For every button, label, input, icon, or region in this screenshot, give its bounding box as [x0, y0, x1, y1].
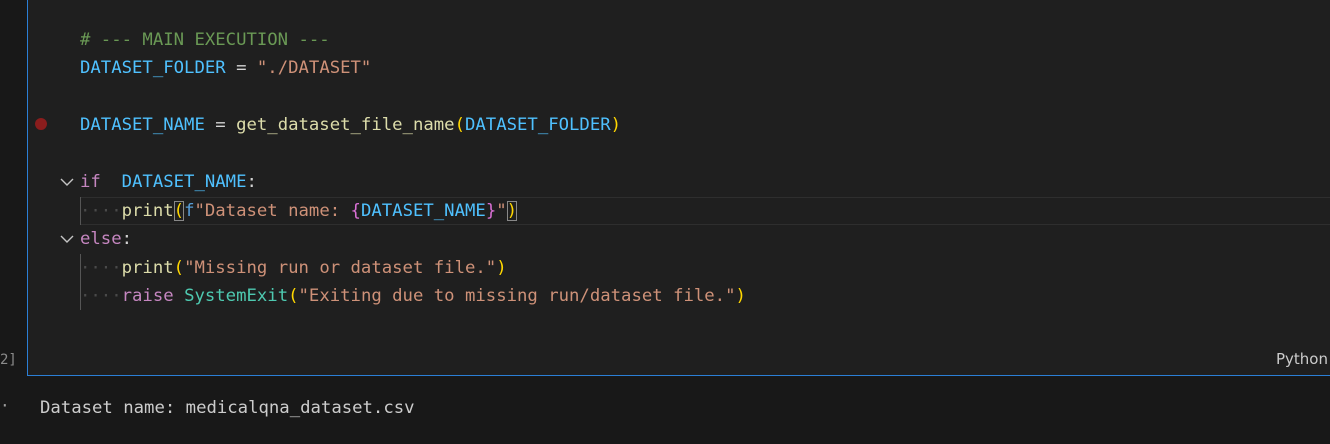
string-literal: "Missing run or dataset file." [184, 258, 497, 278]
chevron-down-icon[interactable] [59, 168, 75, 196]
bracket-match: ( [173, 201, 185, 221]
code-line-2[interactable]: DATASET_FOLDER = "./DATASET" [80, 54, 371, 82]
variable: DATASET_FOLDER [80, 58, 226, 78]
indent-dots: ···· [80, 258, 122, 278]
bracket: ) [610, 115, 622, 135]
code-line-9[interactable]: ····print("Missing run or dataset file."… [80, 254, 507, 282]
string-literal: "./DATASET" [256, 58, 372, 78]
code-line-1[interactable]: # --- MAIN EXECUTION --- [80, 26, 330, 54]
cell-execution-count: 2] [0, 352, 17, 368]
function-name: print [121, 201, 174, 221]
chevron-down-icon[interactable] [59, 225, 75, 253]
fstring-prefix: f [184, 201, 195, 221]
colon: : [121, 229, 133, 249]
function-name: get_dataset_file_name [236, 115, 455, 135]
breakpoint-icon[interactable] [35, 118, 47, 130]
keyword: if [80, 172, 101, 192]
language-indicator[interactable]: Python [1276, 350, 1328, 368]
output-toggle-icon[interactable]: · [0, 396, 10, 415]
variable: DATASET_NAME [80, 115, 205, 135]
string-literal: "Exiting due to missing run/dataset file… [298, 286, 736, 306]
code-line-10[interactable]: ····raise SystemExit("Exiting due to mis… [80, 282, 746, 310]
bracket: ( [173, 258, 185, 278]
cell-output: Dataset name: medicalqna_dataset.csv [40, 398, 415, 418]
keyword: else [80, 229, 122, 249]
comment-text: # --- MAIN EXECUTION --- [80, 30, 330, 50]
bracket: ( [288, 286, 299, 306]
colon: : [246, 172, 257, 192]
function-name: print [121, 258, 174, 278]
code-line-7[interactable]: ····print(f"Dataset name: {DATASET_NAME}… [80, 197, 518, 225]
variable: DATASET_FOLDER [464, 115, 611, 135]
code-line-8[interactable]: else: [80, 225, 132, 253]
indent-dots: ···· [80, 201, 122, 221]
operator: = [225, 58, 257, 78]
variable: DATASET_NAME [360, 201, 486, 221]
string-literal: " [496, 201, 507, 221]
variable: DATASET_NAME [121, 172, 247, 192]
bracket-match: ) [506, 201, 518, 221]
indent-dots: ···· [80, 286, 122, 306]
code-line-6[interactable]: if DATASET_NAME: [80, 168, 257, 196]
class-name: SystemExit [184, 286, 289, 306]
code-line-4[interactable]: DATASET_NAME = get_dataset_file_name(DAT… [80, 111, 621, 139]
bracket: ) [496, 258, 507, 278]
operator: = [204, 115, 237, 135]
keyword: raise [121, 286, 174, 306]
bracket: ( [454, 115, 465, 135]
string-literal: "Dataset name: [194, 201, 351, 221]
bracket: ) [735, 286, 746, 306]
brace: { [350, 201, 361, 221]
brace: } [485, 201, 497, 221]
